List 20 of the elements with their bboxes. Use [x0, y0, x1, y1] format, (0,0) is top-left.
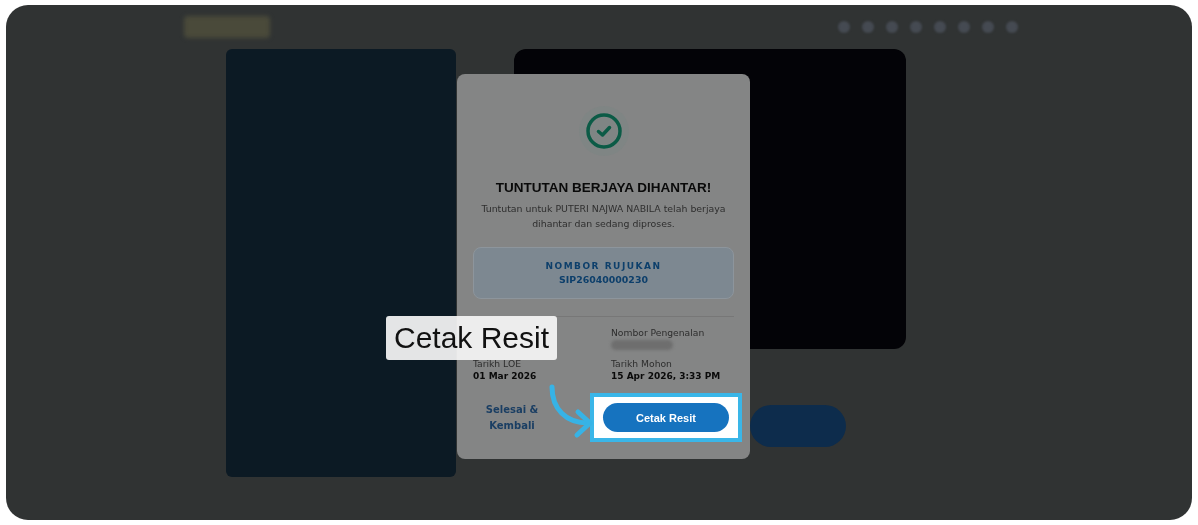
- field-label: Tarikh LOE: [473, 358, 522, 369]
- field-value: 15 Apr 2026, 3:33 PM: [611, 371, 722, 381]
- toolbar-icon[interactable]: [886, 21, 898, 33]
- tour-callout: Cetak Resit: [386, 316, 558, 360]
- toolbar-icon[interactable]: [982, 21, 994, 33]
- toolbar-icon[interactable]: [838, 21, 850, 33]
- toolbar-icon[interactable]: [1006, 21, 1018, 33]
- toolbar-icon[interactable]: [934, 21, 946, 33]
- toolbar-icon[interactable]: [862, 21, 874, 33]
- finish-link[interactable]: Selesai & Kembali: [483, 401, 541, 434]
- reference-label: NOMBOR RUJUKAN: [545, 261, 662, 271]
- toolbar-icon[interactable]: [958, 21, 970, 33]
- field-label: Nombor Pengenalan: [611, 327, 706, 338]
- dialog-title: TUNTUTAN BERJAYA DIHANTAR!: [495, 180, 712, 195]
- field-label: Tarikh Mohon: [611, 358, 673, 369]
- toolbar-icon[interactable]: [910, 21, 922, 33]
- dialog-message: Tuntutan untuk PUTERI NAJWA NABILA telah berjaya dihantar dan sedang diproses.: [480, 202, 727, 231]
- reference-number: SIP26040000230: [559, 274, 648, 285]
- field-value: 01 Mar 2026: [473, 371, 538, 381]
- print-receipt-button[interactable]: Cetak Resit: [603, 403, 729, 432]
